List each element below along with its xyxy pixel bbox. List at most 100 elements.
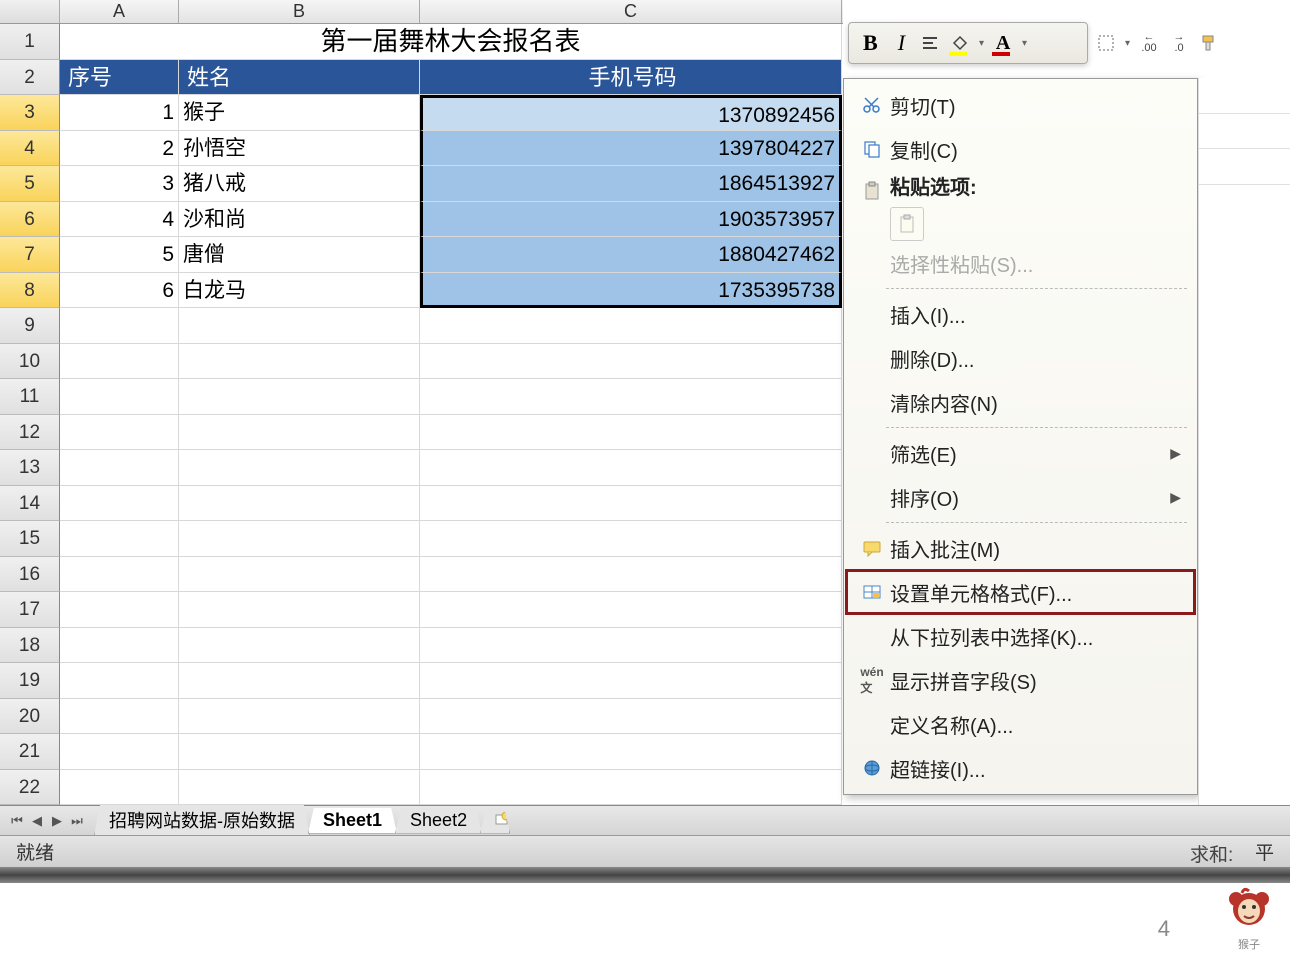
row-header-10[interactable]: 10 [0, 344, 60, 380]
row-header-12[interactable]: 12 [0, 415, 60, 451]
row-header-14[interactable]: 14 [0, 486, 60, 522]
sheet-tab-3[interactable]: Sheet2 [395, 808, 482, 834]
cell-c10[interactable] [420, 344, 842, 380]
border-icon[interactable] [1095, 32, 1117, 54]
cell-c13[interactable] [420, 450, 842, 486]
cell-b19[interactable] [179, 663, 420, 699]
cell-b22[interactable] [179, 770, 420, 806]
column-header-a[interactable]: A [60, 0, 179, 23]
cell-b12[interactable] [179, 415, 420, 451]
cell-a19[interactable] [60, 663, 179, 699]
fill-color-icon[interactable] [949, 32, 971, 54]
cell-c11[interactable] [420, 379, 842, 415]
tab-next-icon[interactable]: ▶ [48, 812, 66, 830]
row-header-9[interactable]: 9 [0, 308, 60, 344]
sheet-tab-2[interactable]: Sheet1 [308, 808, 397, 834]
row-header-18[interactable]: 18 [0, 628, 60, 664]
menu-sort[interactable]: 排序(O) ▶ [846, 475, 1195, 519]
row-header-7[interactable]: 7 [0, 237, 60, 273]
cell-b11[interactable] [179, 379, 420, 415]
row-header-21[interactable]: 21 [0, 734, 60, 770]
cell-b6[interactable]: 沙和尚 [179, 202, 420, 238]
cell-b4[interactable]: 孙悟空 [179, 131, 420, 167]
italic-button[interactable]: I [892, 28, 911, 58]
cell-a8[interactable]: 6 [60, 273, 179, 309]
cell-b21[interactable] [179, 734, 420, 770]
row-header-6[interactable]: 6 [0, 202, 60, 238]
title-cell[interactable]: 第一届舞林大会报名表 [60, 24, 842, 60]
cell-b15[interactable] [179, 521, 420, 557]
cell-fragment[interactable] [1199, 114, 1290, 150]
format-painter-icon[interactable] [1198, 32, 1220, 54]
cell-b20[interactable] [179, 699, 420, 735]
cell-b18[interactable] [179, 628, 420, 664]
cell-b7[interactable]: 唐僧 [179, 237, 420, 273]
cell-c18[interactable] [420, 628, 842, 664]
cell-c8[interactable]: 1735395738 [420, 273, 842, 309]
cell-b16[interactable] [179, 557, 420, 593]
cell-a17[interactable] [60, 592, 179, 628]
row-header-4[interactable]: 4 [0, 131, 60, 167]
cell-a7[interactable]: 5 [60, 237, 179, 273]
new-sheet-tab[interactable] [480, 808, 510, 834]
menu-pick-from-list[interactable]: 从下拉列表中选择(K)... [846, 614, 1195, 658]
cell-b5[interactable]: 猪八戒 [179, 166, 420, 202]
cell-c14[interactable] [420, 486, 842, 522]
menu-define-name[interactable]: 定义名称(A)... [846, 702, 1195, 746]
cell-b9[interactable] [179, 308, 420, 344]
cell-a10[interactable] [60, 344, 179, 380]
select-all-corner[interactable] [0, 0, 60, 23]
header-phone[interactable]: 手机号码 [420, 60, 842, 96]
bold-button[interactable]: B [857, 28, 884, 58]
cell-b3[interactable]: 猴子 [179, 95, 420, 131]
row-header-5[interactable]: 5 [0, 166, 60, 202]
cell-c17[interactable] [420, 592, 842, 628]
header-name[interactable]: 姓名 [179, 60, 420, 96]
row-header-19[interactable]: 19 [0, 663, 60, 699]
cell-b8[interactable]: 白龙马 [179, 273, 420, 309]
row-header-1[interactable]: 1 [0, 24, 60, 60]
row-header-22[interactable]: 22 [0, 770, 60, 806]
cell-a18[interactable] [60, 628, 179, 664]
cell-a14[interactable] [60, 486, 179, 522]
row-header-20[interactable]: 20 [0, 699, 60, 735]
menu-hyperlink[interactable]: 超链接(I)... [846, 746, 1195, 790]
row-header-8[interactable]: 8 [0, 273, 60, 309]
cell-c12[interactable] [420, 415, 842, 451]
cell-b13[interactable] [179, 450, 420, 486]
cell-a5[interactable]: 3 [60, 166, 179, 202]
menu-cut[interactable]: 剪切(T) [846, 83, 1195, 127]
cell-c4[interactable]: 1397804227 [420, 131, 842, 167]
increase-decimal-icon[interactable]: ←.00 [1138, 32, 1160, 54]
menu-copy[interactable]: 复制(C) [846, 127, 1195, 171]
menu-delete[interactable]: 删除(D)... [846, 336, 1195, 380]
paste-option-default[interactable] [890, 207, 924, 241]
row-header-15[interactable]: 15 [0, 521, 60, 557]
cell-c7[interactable]: 1880427462 [420, 237, 842, 273]
cell-a16[interactable] [60, 557, 179, 593]
cell-a6[interactable]: 4 [60, 202, 179, 238]
cell-a20[interactable] [60, 699, 179, 735]
tab-last-icon[interactable]: ⏭ [68, 812, 86, 830]
cell-a22[interactable] [60, 770, 179, 806]
menu-clear[interactable]: 清除内容(N) [846, 380, 1195, 424]
cell-a13[interactable] [60, 450, 179, 486]
cell-c5[interactable]: 1864513927 [420, 166, 842, 202]
cell-a11[interactable] [60, 379, 179, 415]
cell-c3[interactable]: 1370892456 [420, 95, 842, 131]
cell-a9[interactable] [60, 308, 179, 344]
cell-c19[interactable] [420, 663, 842, 699]
menu-insert-comment[interactable]: 插入批注(M) [846, 526, 1195, 570]
cell-c6[interactable]: 1903573957 [420, 202, 842, 238]
row-header-11[interactable]: 11 [0, 379, 60, 415]
cell-a4[interactable]: 2 [60, 131, 179, 167]
cell-c22[interactable] [420, 770, 842, 806]
row-header-17[interactable]: 17 [0, 592, 60, 628]
cell-c16[interactable] [420, 557, 842, 593]
cell-c15[interactable] [420, 521, 842, 557]
cell-fragment[interactable] [1199, 149, 1290, 185]
column-header-c[interactable]: C [420, 0, 842, 23]
cell-b17[interactable] [179, 592, 420, 628]
font-color-icon[interactable]: A [992, 32, 1014, 54]
row-header-16[interactable]: 16 [0, 557, 60, 593]
